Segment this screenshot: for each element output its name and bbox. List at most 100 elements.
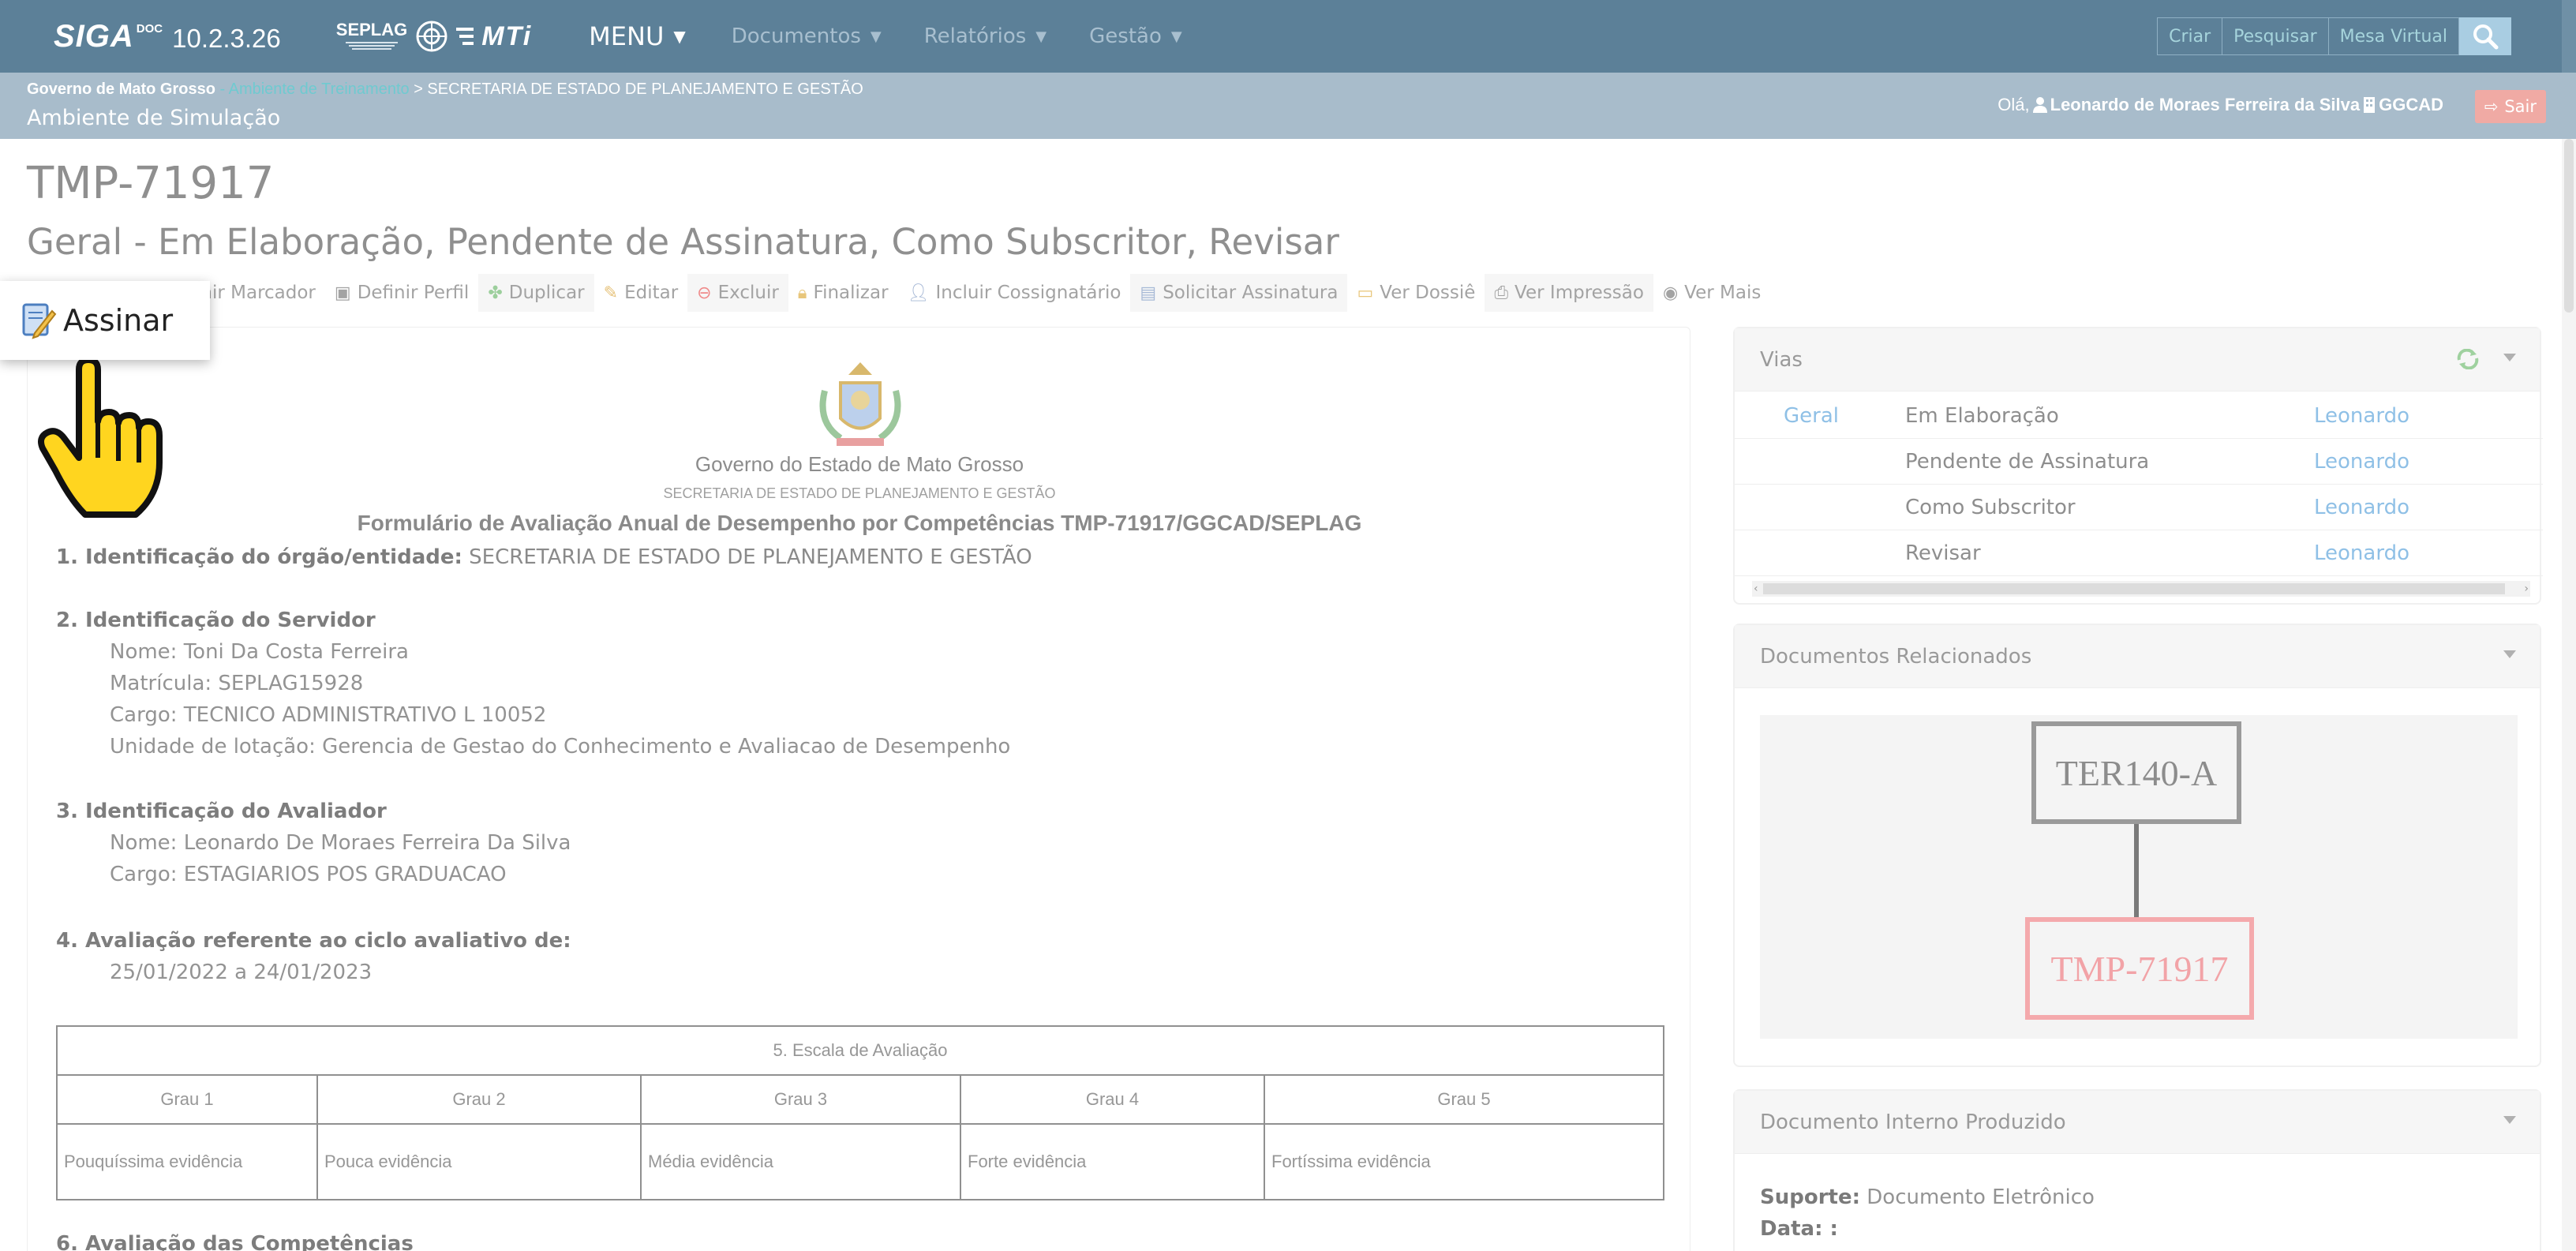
breadcrumb-secretaria[interactable]: > SECRETARIA DE ESTADO DE PLANEJAMENTO E… (410, 81, 863, 98)
via-row: Revisar Leonardo (1735, 530, 2543, 576)
state-crest-icon (819, 362, 901, 446)
chevron-down-icon[interactable] (2502, 352, 2518, 363)
document-status-line: Geral - Em Elaboração, Pendente de Assin… (27, 221, 1339, 263)
hand-pointer-cursor-icon (38, 360, 163, 518)
lock-icon: 🔒︎ (797, 283, 807, 303)
assinar-label: Assinar (63, 303, 174, 338)
suporte-line: Suporte: Documento Eletrônico (1760, 1185, 2095, 1209)
duplicar-action[interactable]: ✤ Duplicar (478, 274, 594, 312)
via-user-link[interactable]: Leonardo (2314, 404, 2409, 428)
chevron-down-icon: ▼ (1035, 28, 1047, 45)
parent-document-node[interactable]: TER140-A (2031, 721, 2241, 824)
doc-secretaria: SECRETARIA DE ESTADO DE PLANEJAMENTO E G… (663, 485, 1056, 501)
section-1-value: SECRETARIA DE ESTADO DE PLANEJAMENTO E G… (462, 545, 1032, 569)
scroll-left-icon[interactable]: ‹ (1754, 581, 1758, 597)
finalizar-action[interactable]: 🔒︎ Finalizar (788, 274, 898, 312)
seplag-subtitle-icon (346, 42, 398, 50)
servidor-nome: Nome: Toni Da Costa Ferreira (110, 640, 409, 664)
profile-icon: ▣ (334, 283, 351, 303)
via-status: Como Subscritor (1905, 496, 2076, 519)
chevron-down-icon: ▼ (870, 28, 882, 45)
user-name[interactable]: Leonardo de Moraes Ferreira da Silva (2050, 95, 2360, 115)
sub-header: Governo de Mato Grosso - Ambiente de Tre… (0, 73, 2576, 139)
chevron-down-icon: ▼ (673, 27, 686, 46)
brand-sup: DOC (136, 21, 163, 36)
chevron-down-icon[interactable] (2502, 649, 2518, 660)
pesquisar-button[interactable]: Pesquisar (2222, 17, 2329, 55)
via-row: Pendente de Assinatura Leonardo (1735, 439, 2543, 485)
logout-label: Sair (2504, 97, 2537, 116)
user-icon (2032, 97, 2047, 113)
doc-government: Governo do Estado de Mato Grosso (695, 452, 1024, 476)
siga-logo[interactable]: SIGA DOC 10.2.3.26 (54, 19, 281, 54)
vias-title: Vias (1760, 347, 1803, 372)
avaliador-nome: Nome: Leonardo De Moraes Ferreira Da Sil… (110, 831, 571, 855)
via-user-link[interactable]: Leonardo (2314, 450, 2409, 474)
greeting-text: Olá, (1998, 95, 2030, 114)
via-user-link[interactable]: Leonardo (2314, 541, 2409, 565)
related-header[interactable]: Documentos Relacionados (1735, 625, 2540, 688)
assinar-button[interactable]: Assinar (0, 281, 210, 360)
logout-button[interactable]: ⇨ Sair (2474, 90, 2546, 123)
graph-edge (2134, 824, 2139, 917)
scrollbar-thumb[interactable] (1763, 583, 2505, 594)
via-user-link[interactable]: Leonardo (2314, 496, 2409, 519)
suporte-value: Documento Eletrônico (1860, 1185, 2095, 1209)
action-label: Definir Perfil (357, 283, 470, 303)
version-number: 10.2.3.26 (172, 23, 281, 53)
chevron-down-icon: ▼ (1170, 28, 1182, 45)
vias-horizontal-scrollbar[interactable]: ‹ › (1752, 581, 2530, 597)
grade-desc-cell: Pouquíssima evidência (56, 1123, 318, 1200)
via-row: Como Subscritor Leonardo (1735, 485, 2543, 530)
vias-header[interactable]: Vias (1735, 328, 2540, 391)
data-line: Data: : (1760, 1217, 1838, 1241)
seplag-text: SEPLAG (335, 20, 408, 39)
definir-perfil-action[interactable]: ▣ Definir Perfil (325, 274, 478, 312)
incluir-cossignatario-action[interactable]: 👤︎ Incluir Cossignatário (898, 274, 1131, 312)
current-document-node[interactable]: TMP-71917 (2025, 917, 2254, 1020)
mti-stripes-icon (456, 28, 474, 45)
produced-title: Documento Interno Produzido (1760, 1110, 2066, 1134)
user-unit[interactable]: GGCAD (2379, 95, 2443, 115)
menu-gestao[interactable]: Gestão ▼ (1089, 24, 1182, 48)
mesa-virtual-button[interactable]: Mesa Virtual (2328, 17, 2459, 55)
document-preview: Governo do Estado de Mato Grosso SECRETA… (27, 327, 1690, 1251)
request-signature-icon: ▤ (1140, 283, 1157, 303)
menu-documentos[interactable]: Documentos ▼ (732, 24, 882, 48)
page-scrollbar-thumb[interactable] (2564, 139, 2574, 313)
top-navbar: SIGA DOC 10.2.3.26 SEPLAG MTi MENU ▼ Doc… (0, 0, 2576, 73)
menu-gestao-label: Gestão (1089, 24, 1162, 48)
excluir-action[interactable]: ⊖ Excluir (687, 274, 788, 312)
navbar-scroll-edge (2562, 0, 2576, 73)
search-button[interactable] (2459, 17, 2511, 55)
breadcrumb-org[interactable]: Governo de Mato Grosso (27, 81, 215, 98)
chevron-down-icon[interactable] (2502, 1114, 2518, 1126)
produced-header[interactable]: Documento Interno Produzido (1735, 1091, 2540, 1154)
search-icon (2473, 24, 2498, 50)
section-6-label: 6. Avaliação das Competências (56, 1232, 414, 1251)
menu-relatorios-label: Relatórios (923, 24, 1027, 48)
via-name-link[interactable]: Geral (1784, 404, 1839, 428)
refresh-icon[interactable] (2456, 349, 2480, 369)
ver-dossie-action[interactable]: ▭ Ver Dossiê (1347, 274, 1485, 312)
grade-desc-cell: Média evidência (640, 1123, 961, 1200)
solicitar-assinatura-action[interactable]: ▤ Solicitar Assinatura (1130, 274, 1348, 312)
page-scrollbar[interactable] (2562, 139, 2576, 1251)
menu-dropdown[interactable]: MENU ▼ (589, 21, 686, 51)
ver-mais-action[interactable]: ◉ Ver Mais (1653, 274, 1770, 312)
partner-logos: SEPLAG MTi (336, 13, 532, 60)
brand-name: SIGA (54, 18, 134, 54)
breadcrumb: Governo de Mato Grosso - Ambiente de Tre… (27, 81, 863, 99)
via-status: Em Elaboração (1905, 404, 2059, 428)
section-2-label: 2. Identificação do Servidor (56, 609, 376, 632)
menu-documentos-label: Documentos (731, 24, 861, 48)
grade-desc-cell: Pouca evidência (316, 1123, 642, 1200)
doc-form-title: Formulário de Avaliação Anual de Desempe… (357, 511, 1362, 535)
scroll-right-icon[interactable]: › (2524, 581, 2529, 597)
criar-button[interactable]: Criar (2157, 17, 2223, 55)
ver-impressao-action[interactable]: ⎙ Ver Impressão (1485, 274, 1653, 312)
menu-relatorios[interactable]: Relatórios ▼ (924, 24, 1046, 48)
duplicate-icon: ✤ (488, 283, 503, 303)
eye-icon: ◉ (1662, 283, 1679, 303)
editar-action[interactable]: ✎ Editar (594, 274, 688, 312)
